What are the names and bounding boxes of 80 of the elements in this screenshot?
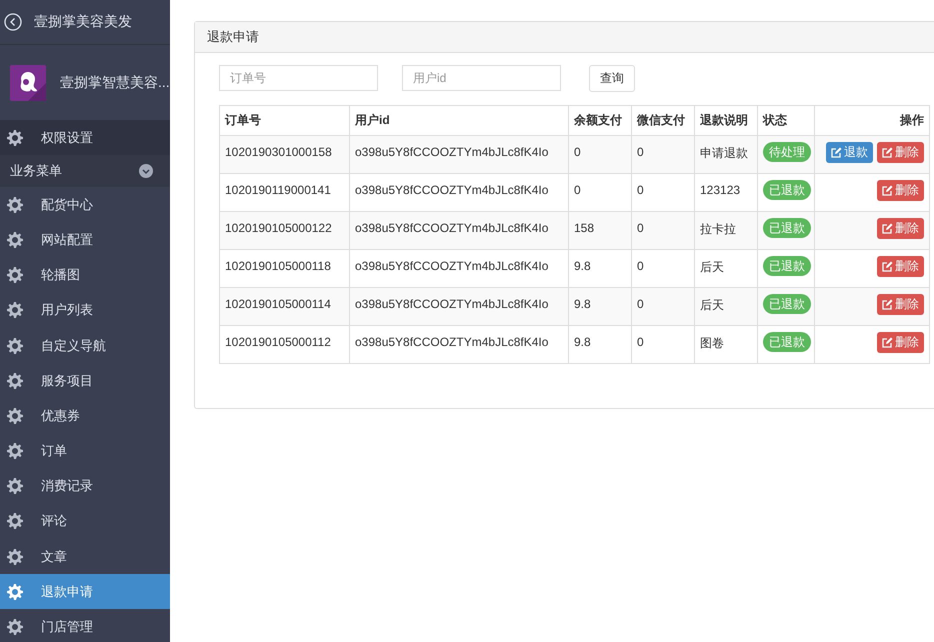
column-header: 用户id [350,106,568,136]
table-cell: 0 [632,288,694,326]
brand-name: 壹捌掌智慧美容... [60,74,170,92]
edit-icon [882,185,893,196]
app-title: 壹捌掌美容美发 [34,13,132,31]
status-badge: 已退款 [763,180,811,200]
gear-icon [7,513,23,530]
refund-button[interactable]: 退款 [826,142,873,163]
gear-icon [7,619,23,636]
delete-button[interactable]: 删除 [877,332,924,353]
sidebar-item[interactable]: 优惠券 [0,398,170,434]
table-cell: 1020190105000122 [220,212,350,250]
gear-icon [7,478,23,494]
edit-icon [882,261,893,272]
menu-section-header[interactable]: 业务菜单 [0,155,170,188]
sidebar-item[interactable]: 网站配置 [0,222,170,258]
table-cell: 拉卡拉 [694,212,758,250]
gear-icon [7,196,23,213]
sidebar-item[interactable]: 配货中心 [0,187,170,222]
gear-icon [7,267,23,284]
status-badge: 待处理 [763,142,811,162]
sidebar-item[interactable]: 服务项目 [0,363,170,398]
table-cell: o398u5Y8fCCOOZTYm4bJLc8fK4Io [350,288,568,326]
status-badge: 已退款 [763,332,811,352]
table-cell: 0 [568,136,632,174]
table-cell: 1020190105000112 [220,326,350,364]
table-cell: 后天 [694,288,758,326]
delete-button[interactable]: 删除 [877,180,924,201]
delete-button[interactable]: 删除 [877,142,924,163]
table-cell: 9.8 [568,288,632,326]
delete-button[interactable]: 删除 [877,218,924,239]
sidebar-item[interactable]: 自定义导航 [0,328,170,364]
edit-icon [882,147,893,158]
gear-icon [7,302,23,318]
table-cell: o398u5Y8fCCOOZTYm4bJLc8fK4Io [350,136,568,174]
logo-icon [10,64,46,100]
status-badge: 已退款 [763,218,811,238]
gear-icon [7,130,23,146]
edit-icon [882,299,893,310]
gear-icon [7,408,23,424]
search-field[interactable]: 订单号 [219,65,378,91]
table-cell: 158 [568,212,632,250]
sidebar-item[interactable]: 订单 [0,434,170,469]
delete-button[interactable]: 删除 [877,256,924,277]
panel-title: 退款申请 [207,28,259,46]
delete-button[interactable]: 删除 [877,294,924,315]
gear-icon [7,584,23,600]
search-button[interactable]: 查询 [589,65,635,92]
sidebar-item[interactable]: 轮播图 [0,258,170,293]
edit-icon [882,337,893,348]
status-badge: 已退款 [763,256,811,276]
table-cell: 9.8 [568,326,632,364]
back-icon[interactable] [4,13,22,31]
sidebar-item[interactable]: 文章 [0,539,170,574]
edit-icon [831,147,842,158]
table-cell: 0 [632,212,694,250]
table-cell: 申请退款 [694,136,758,174]
sidebar-item[interactable]: 用户列表 [0,292,170,328]
table-cell: o398u5Y8fCCOOZTYm4bJLc8fK4Io [350,326,568,364]
table-cell: 图卷 [694,326,758,364]
table-cell: 1020190301000158 [220,136,350,174]
sidebar-item[interactable]: 权限设置 [0,120,170,156]
table-cell: o398u5Y8fCCOOZTYm4bJLc8fK4Io [350,212,568,250]
gear-icon [7,443,23,460]
sidebar-item[interactable]: 评论 [0,504,170,540]
sidebar-item[interactable]: 门店管理 [0,609,170,642]
chevron-down-icon [139,164,153,178]
sidebar-item[interactable]: 消费记录 [0,468,170,504]
column-header: 订单号 [220,106,350,136]
gear-icon [7,548,23,565]
sidebar-item[interactable]: 退款申请 [0,574,170,610]
edit-icon [882,223,893,234]
table-cell: 0 [632,326,694,364]
search-field[interactable]: 用户id [402,65,561,91]
gear-icon [7,338,23,354]
status-badge: 已退款 [763,294,811,314]
gear-icon [7,372,23,389]
table-cell: 1020190105000114 [220,288,350,326]
gear-icon [7,232,23,248]
table-cell: 0 [632,136,694,174]
